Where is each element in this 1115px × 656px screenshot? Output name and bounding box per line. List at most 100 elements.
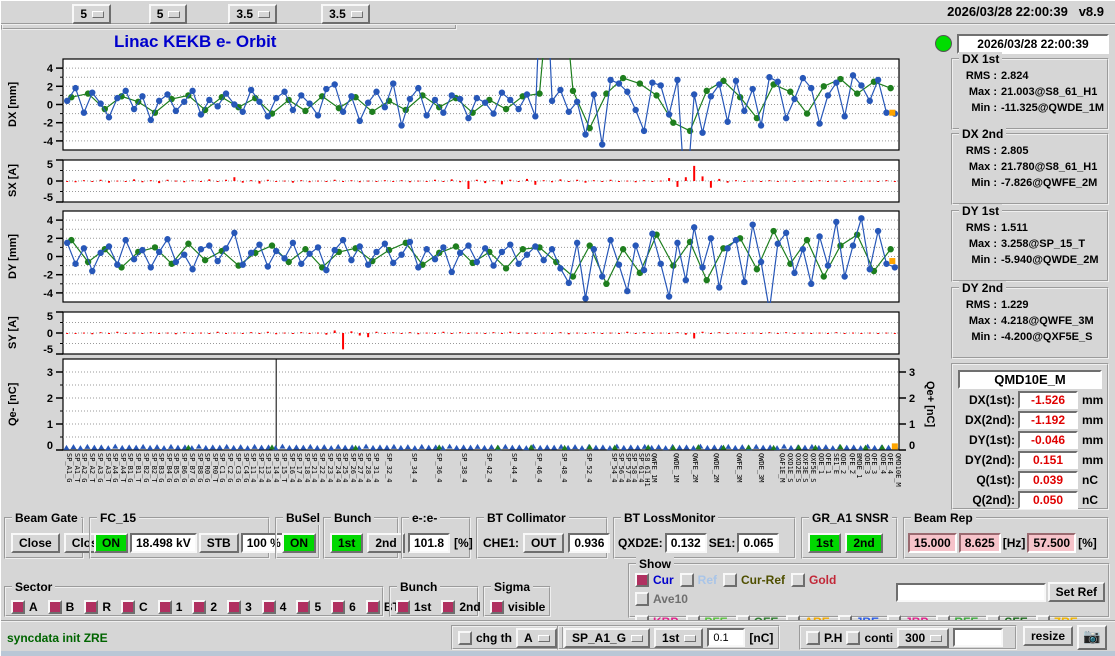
snsr-2nd-button[interactable]: 2nd [845, 533, 883, 553]
x-axis-label: QDE_3 [862, 453, 871, 475]
checkbox-indicator[interactable] [227, 600, 242, 614]
checkbox-indicator[interactable] [635, 592, 649, 606]
beam-gate-close-1-button[interactable]: Close [11, 533, 60, 553]
sector-checkbox-6[interactable]: 6 [331, 600, 356, 614]
range-qe-minus-dropdown[interactable]: 3.5 [228, 4, 278, 24]
checkbox-indicator[interactable] [365, 600, 380, 614]
checkbox-indicator[interactable] [47, 600, 62, 614]
bunch-dropdown[interactable]: 1st [654, 627, 704, 648]
x-axis-label: SP_38_4 [459, 453, 468, 483]
checkbox-indicator[interactable] [192, 600, 207, 614]
fc15-stb-button[interactable]: STB [198, 533, 239, 553]
fc15-frame: FC_15 ON 18.498 kV STB 100 % [89, 511, 287, 559]
sigma-checkbox-visible[interactable]: visible [490, 600, 545, 614]
x-axis-label: QDE_4 [878, 453, 887, 475]
checkbox-indicator[interactable] [261, 600, 276, 614]
checkbox-indicator[interactable] [296, 600, 311, 614]
show-checkbox-cur[interactable]: Cur [635, 573, 674, 587]
frame-caption: Sector [12, 580, 56, 594]
fc15-on-button[interactable]: ON [94, 533, 128, 553]
rms-value: 1.229 [1001, 299, 1029, 311]
set-ref-button[interactable]: Set Ref [1047, 582, 1105, 602]
ref-name-input[interactable] [895, 582, 1046, 602]
monitor-value: -1.526 [1018, 391, 1078, 409]
checkbox-indicator[interactable] [396, 600, 410, 614]
x-axis-label: SP_B3_G [157, 453, 166, 483]
monitor-row: DY(2nd): 0.151 mm [955, 451, 1105, 469]
x-axis-label: SP_A2_T [87, 453, 96, 483]
show-checkbox-cur-ref[interactable]: Cur-Ref [723, 573, 785, 587]
x-axis-label: SP_61_4 [637, 453, 646, 483]
sector-checkbox-3[interactable]: 3 [227, 600, 252, 614]
show-checkbox-ref[interactable]: Ref [679, 573, 717, 587]
checkbox-label: visible [508, 600, 546, 614]
charge-threshold-input[interactable] [707, 628, 746, 647]
screenshot-camera-button[interactable]: 📷 [1077, 625, 1107, 650]
sector-checkbox-5[interactable]: 5 [296, 600, 321, 614]
checkbox-indicator[interactable] [121, 600, 136, 614]
sector-checkbox-b[interactable]: B [47, 600, 74, 614]
ph-label: P.H [824, 630, 843, 645]
sector-checkbox-1[interactable]: 1 [157, 600, 182, 614]
bpm-dropdown[interactable]: SP_A1_G [564, 627, 651, 648]
sector-checkbox-2[interactable]: 2 [192, 600, 217, 614]
sector-checkbox-a[interactable]: A [11, 600, 38, 614]
sector-checkbox-c[interactable]: C [121, 600, 148, 614]
bunch-1st-button[interactable]: 1st [330, 533, 364, 553]
stats-box-title: DX 1st [959, 52, 1003, 66]
checkbox-indicator[interactable] [791, 573, 806, 587]
x-axis-label: SP_32_4 [384, 453, 393, 483]
x-axis-label: QWFE_1M [649, 453, 658, 483]
frame-caption: Bunch [397, 580, 441, 594]
x-axis-label: SP_56_4 [617, 453, 626, 483]
svg-text:-4: -4 [43, 288, 54, 300]
busel-on-button[interactable]: ON [282, 533, 316, 553]
checkbox-indicator[interactable] [84, 600, 99, 614]
checkbox-label: A [29, 600, 38, 614]
show-checkbox-ave10[interactable]: Ave10 [635, 592, 688, 606]
sector-checkbox-4[interactable]: 4 [261, 600, 286, 614]
range-dy-dropdown[interactable]: 5 [148, 4, 188, 24]
svg-text:2: 2 [909, 393, 915, 405]
extra-input[interactable] [953, 628, 1004, 647]
sector-checkbox-r[interactable]: R [84, 600, 111, 614]
checkbox-indicator[interactable] [679, 573, 694, 587]
checkbox-label: 1st [414, 600, 432, 614]
conti-checkbox[interactable] [846, 630, 861, 645]
x-axis-label: SP_58_4 [630, 453, 639, 483]
monitor-unit: mm [1082, 433, 1104, 447]
monitor-unit: mm [1082, 393, 1104, 407]
monitor-unit: nC [1082, 493, 1098, 507]
svg-text:0: 0 [47, 252, 53, 264]
snsr-1st-button[interactable]: 1st [808, 533, 842, 553]
chg-th-dropdown[interactable]: A [516, 627, 557, 648]
range-qe-plus-dropdown[interactable]: 3.5 [321, 4, 370, 24]
checkbox-indicator[interactable] [490, 600, 504, 614]
chg-th-checkbox[interactable] [458, 630, 472, 645]
svg-text:2: 2 [47, 393, 53, 405]
checkbox-indicator[interactable] [157, 600, 172, 614]
ph-checkbox[interactable] [806, 630, 820, 645]
resize-button[interactable]: resize [1023, 626, 1074, 646]
bunch-2nd-button[interactable]: 2nd [367, 533, 405, 553]
x-axis-label: QFE_4 [886, 453, 895, 475]
checkbox-indicator[interactable] [723, 573, 738, 587]
min-row: Min : -5.940@QWDE_2M [957, 254, 1107, 266]
checkbox-indicator[interactable] [331, 600, 346, 614]
x-axis-label: SP_54_4 [609, 453, 618, 483]
checkbox-indicator[interactable] [441, 600, 456, 614]
dy-orbit-plot: 4 2 0 -2 -4 [43, 210, 900, 303]
checkbox-indicator[interactable] [635, 573, 649, 587]
svg-text:0: 0 [47, 328, 53, 340]
monitor-unit: nC [1082, 473, 1098, 487]
checkbox-indicator[interactable] [11, 600, 25, 614]
checkbox-label: C [139, 600, 148, 614]
rms-label: RMS : [965, 70, 997, 82]
interval-dropdown[interactable]: 300 [897, 627, 950, 648]
show-checkbox-gold[interactable]: Gold [791, 573, 836, 587]
bunch-checkbox-2nd[interactable]: 2nd [441, 600, 481, 614]
che1-out-button[interactable]: OUT [523, 533, 565, 553]
bunch-checkbox-1st[interactable]: 1st [396, 600, 431, 614]
monitor-title: QMD10E_M [958, 370, 1102, 389]
range-dx-dropdown[interactable]: 5 [72, 4, 112, 24]
